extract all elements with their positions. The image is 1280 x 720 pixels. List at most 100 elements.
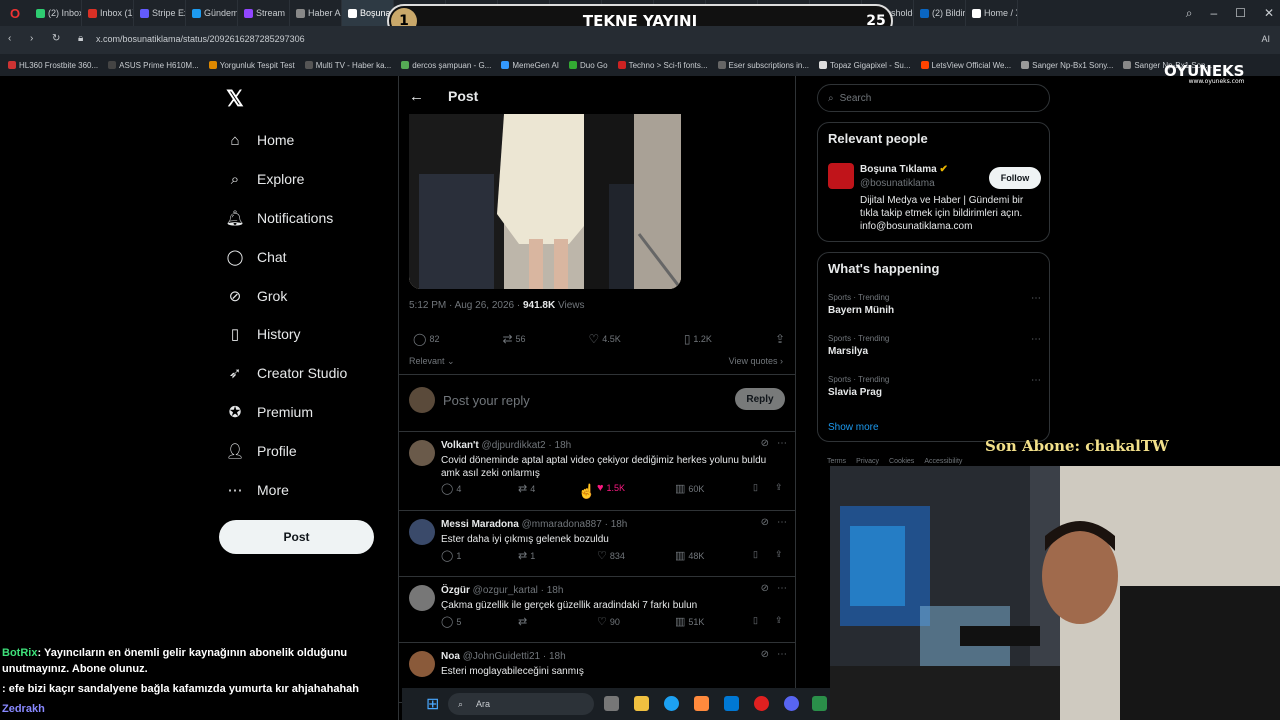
bookmark-item[interactable]: Sanger Np-Bx1 Sony... bbox=[1021, 61, 1113, 70]
copilot-icon[interactable] bbox=[694, 696, 709, 711]
forward-icon[interactable]: › bbox=[30, 33, 33, 44]
reply-action[interactable]: ◯ 82 bbox=[413, 332, 439, 346]
show-more-link[interactable]: Show more bbox=[828, 422, 879, 433]
avatar[interactable] bbox=[409, 440, 435, 466]
relevance-sort[interactable]: Relevant ⌄ bbox=[409, 356, 455, 367]
browser-tab[interactable]: (2) Inbox bbox=[30, 0, 82, 26]
search-input[interactable]: ⌕ Search bbox=[817, 84, 1050, 112]
post-image[interactable] bbox=[409, 114, 681, 289]
bookmark-item[interactable]: Duo Go bbox=[569, 61, 608, 70]
likes-action[interactable]: ♡ 834 bbox=[597, 549, 625, 562]
bookmark-icon[interactable]: ▯ bbox=[753, 482, 758, 493]
replies-action[interactable]: ◯ 1 bbox=[441, 549, 461, 562]
bookmark-item[interactable]: LetsView Official We... bbox=[920, 61, 1011, 70]
reply-input[interactable]: Post your reply bbox=[443, 393, 530, 408]
share-icon[interactable]: ⇪ bbox=[775, 482, 783, 493]
more-icon[interactable]: ⋯ bbox=[1031, 375, 1041, 386]
replies-action[interactable]: ◯ 5 bbox=[441, 615, 461, 628]
opera-icon[interactable] bbox=[754, 696, 769, 711]
x-logo-icon[interactable]: 𝕏 bbox=[226, 86, 244, 112]
reply-tweet[interactable]: Özgür @ozgur_kartal · 18h ⊘ ⋯ Çakma güzelli… bbox=[399, 577, 795, 643]
task-view-icon[interactable] bbox=[604, 696, 619, 711]
reposts-action[interactable]: ⇄ 1 bbox=[518, 549, 535, 562]
bookmark-icon[interactable]: ▯ bbox=[753, 615, 758, 626]
reposts-action[interactable]: ⇄ 4 bbox=[518, 482, 535, 495]
bookmark-item[interactable]: Multi TV - Haber ka... bbox=[304, 61, 391, 70]
nav-item-notifications[interactable]: 🔔︎ Notifications bbox=[225, 199, 347, 238]
browser-tab[interactable]: Inbox (1) bbox=[82, 0, 134, 26]
bookmark-item[interactable]: Techno > Sci-fi fonts... bbox=[617, 61, 708, 70]
bookmark-item[interactable]: Topaz Gigapixel - Su... bbox=[819, 61, 911, 70]
nav-item-explore[interactable]: ⌕ Explore bbox=[226, 160, 347, 199]
reply-author[interactable]: Messi Maradona bbox=[441, 519, 519, 530]
nav-item-home[interactable]: ⌂ Home bbox=[226, 121, 347, 160]
search-icon[interactable]: ⌕ bbox=[1186, 6, 1193, 21]
browser-tab[interactable]: Stripe Ex bbox=[134, 0, 186, 26]
nav-item-more[interactable]: ⋯ More bbox=[226, 470, 347, 509]
app-icon[interactable] bbox=[812, 696, 827, 711]
nav-item-grok[interactable]: ⊘ Grok bbox=[226, 276, 347, 315]
trend-item[interactable]: Sports · Trending Marsilya ⋯ bbox=[828, 334, 1041, 357]
reply-tweet[interactable]: Messi Maradona @mmaradona887 · 18h ⊘ ⋯ Este… bbox=[399, 511, 795, 577]
store-icon[interactable] bbox=[724, 696, 739, 711]
footer-link[interactable]: Cookies bbox=[889, 458, 914, 465]
bookmark-item[interactable]: Eser subscriptions in... bbox=[717, 61, 809, 70]
reply-tweet[interactable]: Volkan't @djpurdikkat2 · 18h ⊘ ⋯ Covid döne… bbox=[399, 432, 795, 511]
close-icon[interactable]: ✕ bbox=[1264, 6, 1274, 20]
opera-logo-icon[interactable]: O bbox=[0, 0, 30, 26]
views-action[interactable]: ▥ 48K bbox=[675, 549, 704, 562]
bookmark-item[interactable]: HL360 Frostbite 360... bbox=[8, 61, 98, 70]
like-action[interactable]: ♡ 4.5K bbox=[589, 332, 621, 346]
share-icon[interactable]: ⇪ bbox=[775, 615, 783, 626]
more-icon[interactable]: ⋯ bbox=[777, 583, 787, 594]
trend-item[interactable]: Sports · Trending Slavia Prag ⋯ bbox=[828, 375, 1041, 398]
more-icon[interactable]: ⋯ bbox=[777, 649, 787, 660]
minimize-icon[interactable]: – bbox=[1210, 6, 1217, 20]
share-icon[interactable]: ⇪ bbox=[775, 332, 785, 346]
edge-icon[interactable] bbox=[664, 696, 679, 711]
grok-icon[interactable]: ⊘ bbox=[761, 517, 769, 528]
browser-tab[interactable]: Haber Al bbox=[290, 0, 342, 26]
bookmark-item[interactable]: Yorgunluk Tespit Test bbox=[208, 61, 295, 70]
back-arrow-icon[interactable]: ← bbox=[409, 88, 424, 105]
avatar[interactable] bbox=[409, 519, 435, 545]
grok-icon[interactable]: ⊘ bbox=[761, 438, 769, 449]
windows-start-icon[interactable]: ⊞ bbox=[426, 694, 439, 714]
url-field[interactable]: x.com/bosunatiklama/status/2092616287285… bbox=[96, 34, 305, 44]
reply-author[interactable]: Özgür bbox=[441, 585, 470, 596]
more-icon[interactable]: ⋯ bbox=[1031, 293, 1041, 304]
discord-icon[interactable] bbox=[784, 696, 799, 711]
bookmark-item[interactable]: MemeGen AI bbox=[501, 61, 559, 70]
views-action[interactable]: ▥ 51K bbox=[675, 615, 704, 628]
likes-action[interactable]: ♡ 90 bbox=[597, 615, 620, 628]
back-icon[interactable]: ‹ bbox=[8, 33, 11, 44]
views-action[interactable]: ▥ 60K bbox=[675, 482, 704, 495]
footer-link[interactable]: Terms bbox=[827, 458, 846, 465]
trend-item[interactable]: Sports · Trending Bayern Münih ⋯ bbox=[828, 293, 1041, 316]
follow-button[interactable]: Follow bbox=[989, 167, 1041, 189]
ai-icon[interactable]: AI bbox=[1261, 34, 1270, 44]
footer-link[interactable]: Privacy bbox=[856, 458, 879, 465]
bookmark-item[interactable]: ASUS Prime H610M... bbox=[108, 61, 199, 70]
bookmark-action[interactable]: ▯ 1.2K bbox=[684, 332, 712, 346]
maximize-icon[interactable]: ☐ bbox=[1235, 6, 1246, 20]
nav-item-profile[interactable]: 👤︎ Profile bbox=[225, 431, 347, 470]
reply-button[interactable]: Reply bbox=[735, 388, 785, 410]
more-icon[interactable]: ⋯ bbox=[777, 517, 787, 528]
reply-author[interactable]: Noa bbox=[441, 651, 460, 662]
more-icon[interactable]: ⋯ bbox=[1031, 334, 1041, 345]
view-quotes-link[interactable]: View quotes › bbox=[729, 356, 783, 366]
bookmark-icon[interactable]: ▯ bbox=[753, 549, 758, 560]
reposts-action[interactable]: ⇄ bbox=[518, 615, 530, 628]
browser-tab[interactable]: Stream bbox=[238, 0, 290, 26]
post-button[interactable]: Post bbox=[219, 520, 374, 554]
taskbar-search[interactable]: ⌕ Ara bbox=[448, 693, 594, 715]
share-icon[interactable]: ⇪ bbox=[775, 549, 783, 560]
reply-author[interactable]: Volkan't bbox=[441, 440, 479, 451]
nav-item-creator-studio[interactable]: ➶ Creator Studio bbox=[226, 354, 348, 393]
replies-action[interactable]: ◯ 4 bbox=[441, 482, 461, 495]
bookmark-item[interactable]: dercos şampuan - G... bbox=[401, 61, 491, 70]
nav-item-history[interactable]: ▯ History bbox=[226, 315, 347, 354]
nav-item-chat[interactable]: ◯ Chat bbox=[226, 237, 347, 276]
footer-link[interactable]: Accessibility bbox=[924, 458, 962, 465]
